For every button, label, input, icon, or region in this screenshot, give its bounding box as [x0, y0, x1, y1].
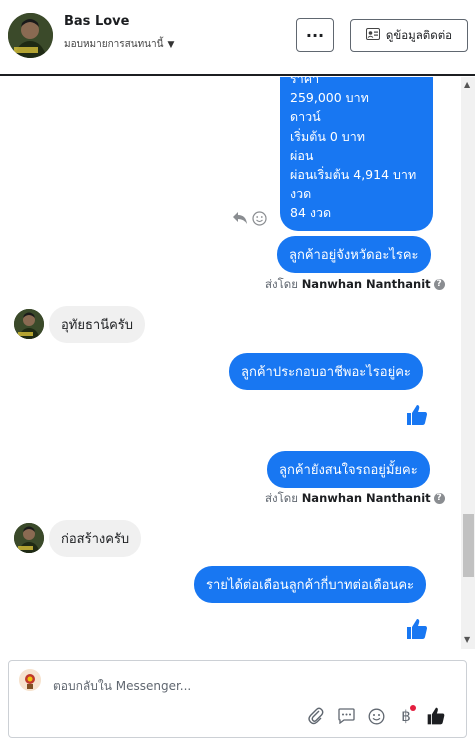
caret-down-icon: ▼ [167, 39, 175, 50]
outgoing-message[interactable]: ลูกค้าอยู่จังหวัดอะไรคะ [277, 236, 431, 273]
sender-name: Nanwhan Nanthanit [301, 491, 431, 505]
emoji-icon[interactable] [365, 705, 387, 727]
thumbs-up-icon [405, 617, 429, 641]
sent-by-prefix: ส่งโดย [265, 277, 299, 291]
attachment-paperclip-icon[interactable] [305, 705, 327, 727]
outgoing-message[interactable]: ลูกค้าประกอบอาชีพอะไรอยู่คะ [229, 353, 423, 390]
conversation-header: Bas Love มอบหมายการสนทนานี้ ▼ ··· ดูข้อม… [0, 0, 475, 76]
contact-card-icon [365, 28, 380, 43]
price-line: ราคา [290, 77, 320, 86]
price-line: 84 งวด [290, 205, 332, 221]
info-icon[interactable]: ? [433, 493, 445, 504]
composer-toolbar: ฿ [305, 705, 447, 727]
contact-name[interactable]: Bas Love [64, 14, 129, 29]
contact-avatar-small[interactable] [14, 309, 44, 339]
send-like-icon[interactable] [425, 705, 447, 727]
payment-baht-icon[interactable]: ฿ [395, 705, 417, 727]
outgoing-message-price-details[interactable]: ราคา 259,000 บาท ดาวน์ เริ่มต้น 0 บาท ผ่… [280, 77, 433, 231]
scrollbar-thumb[interactable] [463, 514, 474, 577]
message-thread[interactable]: ราคา 259,000 บาท ดาวน์ เริ่มต้น 0 บาท ผ่… [0, 77, 460, 649]
price-line: ผ่อน [290, 147, 314, 163]
notification-dot [410, 705, 416, 711]
price-line: 259,000 บาท [290, 90, 369, 106]
price-line: ผ่อนเริ่มต้น 4,914 บาท [290, 167, 417, 183]
sent-by-label: ส่งโดย Nanwhan Nanthanit? [265, 490, 445, 508]
contact-avatar[interactable] [8, 13, 53, 58]
incoming-message[interactable]: ก่อสร้างครับ [49, 520, 142, 557]
more-options-button[interactable]: ··· [296, 18, 334, 52]
view-contact-button[interactable]: ดูข้อมูลติดต่อ [350, 19, 468, 52]
sent-by-label: ส่งโดย Nanwhan Nanthanit? [265, 276, 445, 294]
incoming-message[interactable]: อุทัยธานีครับ [49, 306, 146, 343]
sender-name: Nanwhan Nanthanit [301, 277, 431, 291]
price-line: เริ่มต้น 0 บาท [290, 128, 365, 144]
price-line: งวด [290, 186, 312, 202]
chat-scrollbar[interactable]: ▲ ▼ [461, 77, 475, 649]
more-options-label: ··· [305, 25, 325, 45]
reply-input[interactable]: ตอบกลับใน Messenger... [53, 677, 191, 696]
contact-avatar-small[interactable] [14, 523, 44, 553]
saved-replies-icon[interactable] [335, 705, 357, 727]
scroll-down-arrow-icon[interactable]: ▼ [464, 635, 470, 644]
reply-composer[interactable]: ตอบกลับใน Messenger... ฿ [8, 660, 467, 738]
outgoing-message[interactable]: ลูกค้ายังสนใจรถอยู่มั้ยคะ [267, 451, 430, 488]
page-avatar [19, 669, 41, 691]
scroll-up-arrow-icon[interactable]: ▲ [464, 80, 470, 89]
assign-label: มอบหมายการสนทนานี้ [64, 39, 164, 50]
reply-icon[interactable] [232, 211, 248, 230]
outgoing-message[interactable]: รายได้ต่อเดือนลูกค้ากี่บาทต่อเดือนคะ [194, 566, 427, 603]
react-emoji-icon[interactable] [252, 211, 267, 230]
view-contact-label: ดูข้อมูลติดต่อ [385, 27, 453, 42]
info-icon[interactable]: ? [433, 279, 445, 290]
sent-by-prefix: ส่งโดย [265, 491, 299, 505]
thumbs-up-icon [405, 403, 429, 427]
message-actions [232, 211, 267, 230]
price-line: ดาวน์ [290, 109, 321, 125]
assign-conversation-dropdown[interactable]: มอบหมายการสนทนานี้ ▼ [64, 37, 174, 52]
